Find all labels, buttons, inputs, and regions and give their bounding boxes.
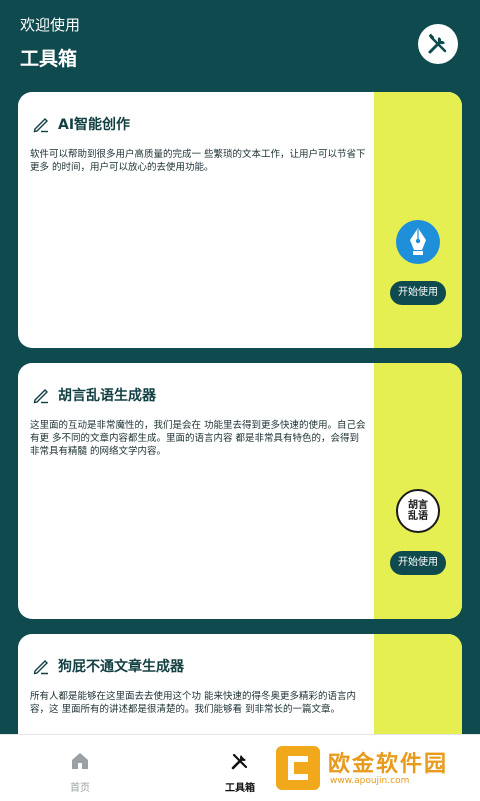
- page-title: 工具箱: [20, 48, 78, 70]
- tools-icon: [231, 753, 248, 770]
- tab-label: 首页: [70, 783, 90, 794]
- card-nonsense-generator: 胡言乱语生成器 这里面的互动是非常魔性的，我们是会在 功能里去得到更多快速的使用…: [18, 363, 462, 619]
- tools-button[interactable]: [418, 24, 458, 64]
- pencil-icon: [33, 118, 48, 133]
- watermark-text: 欧金软件园: [328, 752, 449, 777]
- nonsense-logo-text: 胡言 乱语: [408, 500, 428, 522]
- card-title: AI智能创作: [58, 117, 131, 133]
- welcome-text: 欢迎使用: [20, 16, 81, 34]
- start-button[interactable]: 开始使用: [390, 551, 446, 575]
- card-description: 所有人都是能够在这里面去去使用这个功 能来快速的得冬奥更多精彩的语言内容，这 里…: [30, 691, 357, 715]
- card-title: 胡言乱语生成器: [58, 388, 156, 404]
- watermark: 欧金软件园 www.apoujin.com: [270, 740, 478, 798]
- pencil-icon: [33, 389, 48, 404]
- top-bar: 欢迎使用 工具箱: [0, 0, 480, 90]
- home-icon: [72, 753, 88, 769]
- start-button[interactable]: 开始使用: [390, 281, 446, 305]
- tools-icon: [428, 33, 447, 54]
- card-description: 这里面的互动是非常魔性的，我们是会在 功能里去得到更多快速的使用。自己会有更 多…: [30, 420, 366, 457]
- tab-home[interactable]: 首页: [30, 735, 130, 801]
- fountain-pen-icon: [396, 220, 440, 264]
- watermark-logo-icon: [276, 746, 320, 790]
- watermark-url: www.apoujin.com: [330, 776, 410, 786]
- card-ai-writing: AI智能创作 软件可以帮助到很多用户高质量的完成一 些繁琐的文本工作，让用户可以…: [18, 92, 462, 348]
- pencil-icon: [33, 660, 48, 675]
- card-title: 狗屁不通文章生成器: [58, 659, 184, 675]
- nonsense-logo: 胡言 乱语: [396, 489, 440, 533]
- card-description: 软件可以帮助到很多用户高质量的完成一 些繁琐的文本工作，让用户可以节省下更多 的…: [30, 149, 366, 173]
